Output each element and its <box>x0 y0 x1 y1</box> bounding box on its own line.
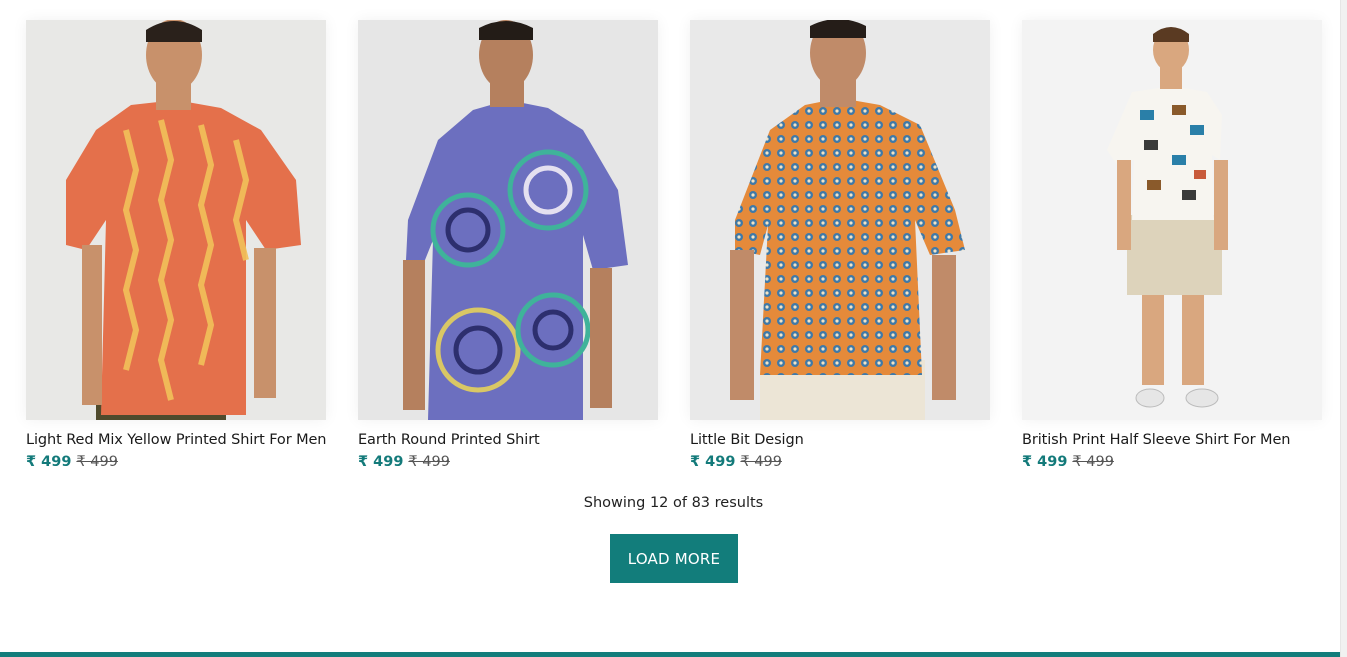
product-card[interactable]: Light Red Mix Yellow Printed Shirt For M… <box>26 20 326 470</box>
product-card[interactable]: British Print Half Sleeve Shirt For Men … <box>1022 20 1322 470</box>
product-name[interactable]: Little Bit Design <box>690 432 990 448</box>
price-row: ₹ 499 ₹ 499 <box>358 454 658 470</box>
product-image[interactable] <box>358 20 658 420</box>
model-white-print-shirt-icon <box>1022 20 1322 420</box>
product-grid: Light Red Mix Yellow Printed Shirt For M… <box>26 20 1322 470</box>
sale-price: ₹ 499 <box>1022 454 1068 470</box>
results-count: Showing 12 of 83 results <box>583 495 764 511</box>
original-price: ₹ 499 <box>740 454 782 470</box>
load-more-button[interactable]: LOAD MORE <box>610 534 738 583</box>
product-name[interactable]: Light Red Mix Yellow Printed Shirt For M… <box>26 432 326 448</box>
product-card[interactable]: Earth Round Printed Shirt ₹ 499 ₹ 499 <box>358 20 658 470</box>
original-price: ₹ 499 <box>76 454 118 470</box>
scrollbar[interactable] <box>1340 0 1347 657</box>
product-image[interactable] <box>26 20 326 420</box>
sale-price: ₹ 499 <box>690 454 736 470</box>
footer-accent-bar <box>0 652 1347 657</box>
price-row: ₹ 499 ₹ 499 <box>1022 454 1322 470</box>
sale-price: ₹ 499 <box>358 454 404 470</box>
product-name[interactable]: British Print Half Sleeve Shirt For Men <box>1022 432 1322 448</box>
product-card[interactable]: Little Bit Design ₹ 499 ₹ 499 <box>690 20 990 470</box>
model-orange-pattern-shirt-icon <box>690 20 990 420</box>
product-image[interactable] <box>690 20 990 420</box>
product-image[interactable] <box>1022 20 1322 420</box>
original-price: ₹ 499 <box>1072 454 1114 470</box>
sale-price: ₹ 499 <box>26 454 72 470</box>
original-price: ₹ 499 <box>408 454 450 470</box>
price-row: ₹ 499 ₹ 499 <box>26 454 326 470</box>
product-name[interactable]: Earth Round Printed Shirt <box>358 432 658 448</box>
model-orange-ikat-shirt-icon <box>26 20 326 420</box>
price-row: ₹ 499 ₹ 499 <box>690 454 990 470</box>
model-tie-dye-shirt-icon <box>358 20 658 420</box>
